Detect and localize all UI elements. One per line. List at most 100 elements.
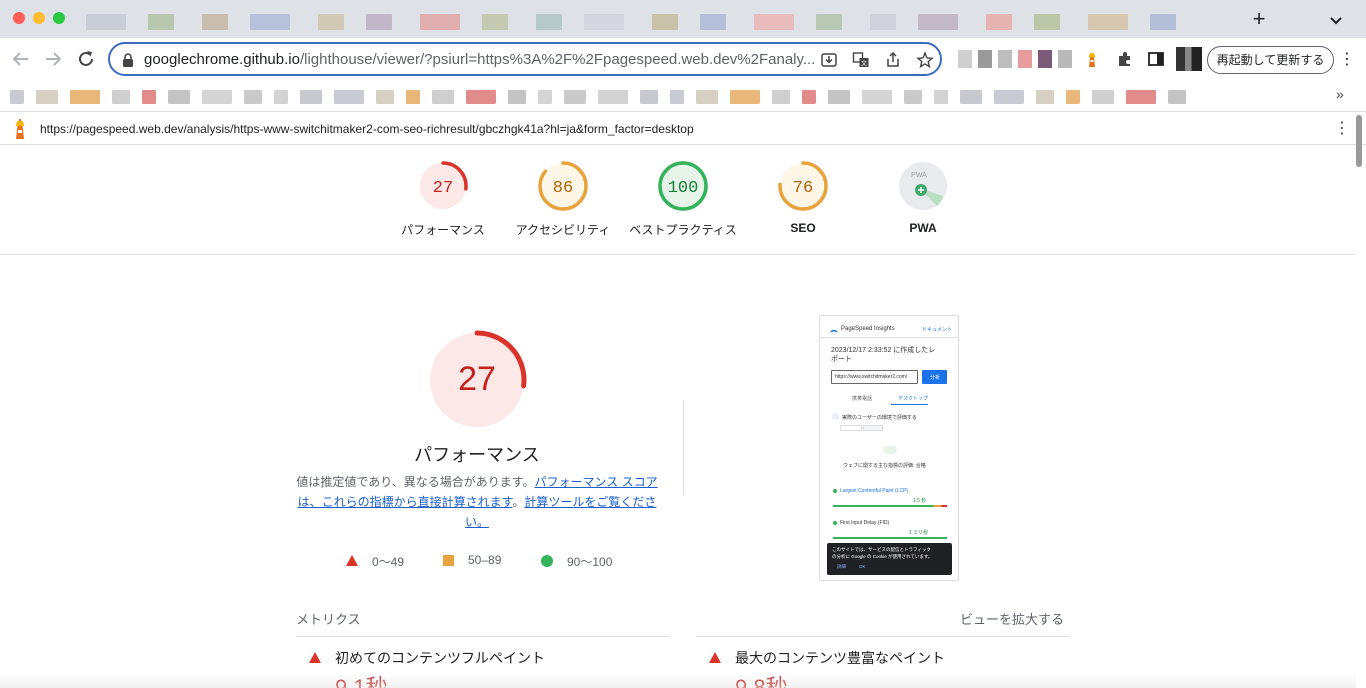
bookmark-item[interactable]: [202, 90, 232, 104]
gauge-performance[interactable]: 27: [417, 160, 469, 212]
bookmark-item[interactable]: [112, 90, 130, 104]
url-text[interactable]: googlechrome.github.io/lighthouse/viewer…: [144, 51, 814, 68]
bookmark-item[interactable]: [772, 90, 790, 104]
bookmark-item[interactable]: [432, 90, 454, 104]
gauge-label-accessibility[interactable]: アクセシビリティ: [493, 221, 633, 238]
bookmarks-overflow-button[interactable]: »: [1336, 86, 1344, 102]
bookmark-star-icon[interactable]: [916, 51, 934, 69]
bookmark-item[interactable]: [1036, 90, 1054, 104]
bookmark-item[interactable]: [406, 90, 420, 104]
forward-arrow-icon[interactable]: [42, 48, 64, 70]
avatar[interactable]: [1176, 47, 1202, 71]
gauge-label-pwa[interactable]: PWA: [853, 221, 993, 235]
tab-item[interactable]: [870, 14, 896, 30]
tab-item[interactable]: [482, 14, 508, 30]
tab-item[interactable]: [420, 14, 460, 30]
gauge-accessibility[interactable]: 86: [537, 160, 589, 212]
gauge-label-best-practices[interactable]: ベストプラクティス: [613, 221, 753, 238]
gauge-pwa[interactable]: PWA: [897, 160, 949, 212]
tools-menu-icon[interactable]: ⋮: [1334, 117, 1350, 141]
bookmark-item[interactable]: [994, 90, 1024, 104]
final-screenshot-thumbnail[interactable]: PageSpeed Insights ドキュメント 2023/12/17 2:3…: [819, 315, 959, 581]
page-scrollbar[interactable]: [1356, 115, 1362, 167]
puzzle-extensions-icon[interactable]: [1116, 50, 1134, 68]
bookmark-item[interactable]: [168, 90, 190, 104]
bookmark-item[interactable]: [334, 90, 364, 104]
share-icon[interactable]: [884, 51, 902, 69]
maximize-window-button[interactable]: [53, 12, 65, 24]
side-panel-icon[interactable]: [1147, 50, 1165, 68]
back-arrow-icon[interactable]: [10, 48, 32, 70]
gauge-seo[interactable]: 76: [777, 160, 829, 212]
expand-view-toggle[interactable]: ビューを拡大する: [960, 609, 1064, 628]
install-app-icon[interactable]: [820, 51, 838, 69]
close-window-button[interactable]: [13, 12, 25, 24]
reload-icon[interactable]: [75, 48, 97, 70]
tab-item[interactable]: [202, 14, 228, 30]
bookmark-item[interactable]: [828, 90, 850, 104]
chevron-down-icon[interactable]: [1326, 10, 1346, 30]
extension-icon[interactable]: [1038, 50, 1052, 68]
bookmark-item[interactable]: [376, 90, 394, 104]
tab-item[interactable]: [652, 14, 678, 30]
extension-icon[interactable]: [958, 50, 972, 68]
bookmark-item[interactable]: [730, 90, 760, 104]
tab-item[interactable]: [918, 14, 958, 30]
bookmark-item[interactable]: [36, 90, 58, 104]
tab-item[interactable]: [754, 14, 794, 30]
bookmark-item[interactable]: [1066, 90, 1080, 104]
bookmark-item[interactable]: [508, 90, 526, 104]
tab-item[interactable]: [1034, 14, 1060, 30]
address-bar[interactable]: googlechrome.github.io/lighthouse/viewer…: [108, 42, 942, 76]
gauge-best-practices[interactable]: 100: [657, 160, 709, 212]
tab-item[interactable]: [700, 14, 726, 30]
tab-item[interactable]: [250, 14, 290, 30]
gauge-label-performance[interactable]: パフォーマンス: [373, 221, 513, 238]
lock-icon[interactable]: [122, 53, 134, 67]
bookmark-item[interactable]: [1126, 90, 1156, 104]
bookmark-item[interactable]: [1168, 90, 1186, 104]
bookmark-item[interactable]: [564, 90, 586, 104]
kebab-menu-icon[interactable]: ⋮: [1339, 50, 1355, 70]
bookmark-item[interactable]: [640, 90, 658, 104]
bookmark-item[interactable]: [904, 90, 922, 104]
tab-item[interactable]: [318, 14, 344, 30]
tab-item[interactable]: [366, 14, 392, 30]
tab-item[interactable]: [1088, 14, 1128, 30]
bookmark-item[interactable]: [244, 90, 262, 104]
tab-item[interactable]: [816, 14, 842, 30]
extension-icon[interactable]: [978, 50, 992, 68]
bookmark-item[interactable]: [696, 90, 718, 104]
plus-icon[interactable]: +: [1248, 8, 1270, 30]
extension-icon[interactable]: [998, 50, 1012, 68]
bookmark-item[interactable]: [1092, 90, 1114, 104]
tab-item[interactable]: [148, 14, 174, 30]
tab-item[interactable]: [86, 14, 126, 30]
lighthouse-extension-icon[interactable]: [1084, 50, 1100, 68]
gauge-label-seo[interactable]: SEO: [733, 221, 873, 235]
bookmark-item[interactable]: [670, 90, 684, 104]
extension-icon[interactable]: [1058, 50, 1072, 68]
tab-item[interactable]: [1150, 14, 1176, 30]
tab-item[interactable]: [986, 14, 1012, 30]
url-host: googlechrome.github.io: [144, 51, 300, 68]
bookmark-item[interactable]: [960, 90, 982, 104]
bookmark-item[interactable]: [598, 90, 628, 104]
bookmark-item[interactable]: [802, 90, 816, 104]
bookmark-item[interactable]: [142, 90, 156, 104]
translate-icon[interactable]: 文: [852, 51, 870, 69]
bookmark-item[interactable]: [274, 90, 288, 104]
bookmark-item[interactable]: [10, 90, 24, 104]
minimize-window-button[interactable]: [33, 12, 45, 24]
bookmark-item[interactable]: [300, 90, 322, 104]
bookmark-item[interactable]: [466, 90, 496, 104]
restart-update-button[interactable]: 再起動して更新する: [1207, 46, 1334, 74]
bookmark-item[interactable]: [538, 90, 552, 104]
report-url[interactable]: https://pagespeed.web.dev/analysis/https…: [40, 122, 694, 136]
bookmark-item[interactable]: [934, 90, 948, 104]
tab-item[interactable]: [536, 14, 562, 30]
tab-item[interactable]: [584, 14, 624, 30]
bookmark-item[interactable]: [862, 90, 892, 104]
bookmark-item[interactable]: [70, 90, 100, 104]
extension-icon[interactable]: [1018, 50, 1032, 68]
